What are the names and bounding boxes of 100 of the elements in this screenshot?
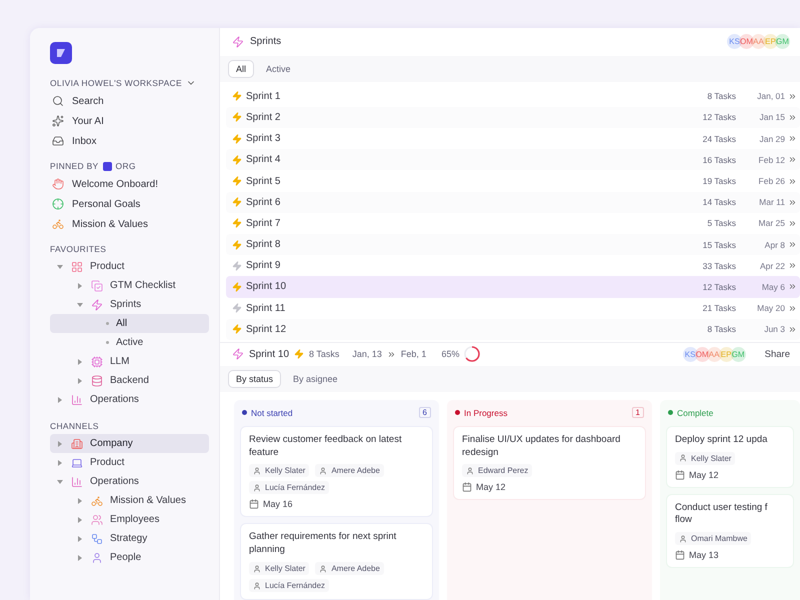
sprint-row[interactable]: Sprint 9 33 Tasks Apr 22 (226, 255, 800, 276)
caret-icon[interactable] (56, 440, 64, 448)
chevrons-right-icon (788, 198, 797, 207)
nav-item[interactable]: Inbox (50, 131, 209, 151)
tree-item[interactable]: Sprints (50, 295, 209, 314)
share-button[interactable]: Share (764, 348, 790, 360)
task-count: 12 Tasks (702, 112, 736, 122)
chevrons-right-icon (788, 324, 797, 334)
sprint-name: Sprint 8 (246, 239, 282, 250)
start-date: Jan, 01 (756, 91, 786, 102)
bullet-icon (106, 322, 109, 325)
lightning-icon (232, 36, 244, 48)
sprint-row[interactable]: Sprint 4 16 Tasks Feb 12 (226, 149, 800, 170)
caret-icon[interactable] (76, 516, 84, 524)
avatar: AA (751, 34, 766, 50)
laptop-icon (71, 456, 83, 468)
bicycle-icon (91, 494, 103, 506)
task-card[interactable]: Review customer feedback on latest feature Kelly Slater Amere Adebe Lucía Fernández May 16 (240, 426, 433, 518)
nav-item[interactable]: Your AI (50, 111, 209, 131)
caret-icon[interactable] (76, 358, 84, 366)
task-count: 8 Tasks (309, 349, 340, 360)
tree-item[interactable]: Backend (50, 371, 209, 390)
sprint-name: Sprint 5 (246, 176, 282, 187)
tree-item[interactable]: Employees (50, 510, 209, 529)
sprint-row[interactable]: Sprint 6 14 Tasks Mar 11 (226, 192, 800, 213)
search-icon (52, 95, 64, 107)
start-date: Jan 15 (758, 112, 786, 122)
chevrons-right-icon (788, 240, 797, 250)
tree-item[interactable]: Operations (50, 472, 209, 491)
user-icon (253, 484, 261, 492)
view-item[interactable]: All (50, 314, 209, 333)
task-card[interactable]: Deploy sprint 12 upda Kelly Slater May 12 (666, 426, 794, 488)
chevrons-right-icon (788, 155, 797, 164)
section-title: FAVOURITES (50, 244, 106, 254)
start-date: Jan, 13 (352, 349, 382, 360)
sprint-title: Sprint 10 (249, 348, 290, 360)
calendar-icon (462, 482, 472, 492)
caret-icon[interactable] (76, 300, 84, 308)
tree-item[interactable]: Strategy (50, 529, 209, 548)
due-date: May 16 (263, 499, 293, 510)
workspace-name[interactable]: OLIVIA HOWEL'S WORKSPACE (50, 78, 182, 88)
pinned-item[interactable]: Mission & Values (50, 214, 209, 234)
tree-item[interactable]: Company (50, 434, 209, 453)
tab[interactable]: By asignee (285, 370, 346, 388)
sprint-row[interactable]: Sprint 10 12 Tasks May 6 (226, 276, 800, 298)
user-icon (319, 466, 328, 475)
count-badge: 1 (632, 407, 644, 418)
avatar: EP (763, 34, 778, 50)
caret-icon[interactable] (76, 282, 84, 290)
status-label: Not started (251, 408, 293, 418)
tree-item[interactable]: Operations (50, 390, 209, 409)
tree-item[interactable]: People (50, 548, 209, 567)
view-item[interactable]: Active (50, 333, 209, 352)
pinned-item[interactable]: Personal Goals (50, 194, 209, 214)
tab[interactable]: Active (258, 60, 299, 78)
caret-icon[interactable] (76, 554, 84, 562)
pinned-item[interactable]: Welcome Onboard! (50, 174, 209, 194)
caret-icon[interactable] (76, 376, 84, 384)
caret-icon[interactable] (76, 534, 84, 542)
tree-item[interactable]: Mission & Values (50, 491, 209, 510)
caret-icon[interactable] (76, 496, 84, 504)
tab[interactable]: All (228, 60, 254, 78)
chevrons-right-icon (788, 261, 797, 270)
page-title: Sprints (250, 36, 282, 48)
org-name: ORG (116, 161, 136, 171)
start-date: Apr 8 (764, 240, 786, 250)
tree-item[interactable]: Product (50, 453, 209, 472)
task-card[interactable]: Finalise UI/UX updates for dashboard redesign Edward Perez May 12 (453, 426, 646, 500)
sprint-row[interactable]: Sprint 12 8 Tasks Jun 3 (226, 318, 800, 340)
caret-icon[interactable] (56, 396, 64, 404)
start-date: Feb 12 (758, 154, 786, 165)
sprint-name: Sprint 6 (246, 196, 282, 208)
sprint-name: Sprint 9 (246, 260, 282, 272)
tab[interactable]: By status (228, 370, 282, 388)
sprint-row[interactable]: Sprint 11 21 Tasks May 20 (226, 298, 800, 319)
caret-icon[interactable] (56, 478, 64, 486)
tree-item[interactable]: GTM Checklist (50, 276, 209, 295)
chevrons-right-icon (788, 282, 797, 292)
task-count: 16 Tasks (702, 154, 736, 165)
tree-item[interactable]: LLM (50, 352, 209, 371)
sprint-name: Sprint 1 (246, 90, 282, 102)
user-icon (319, 564, 328, 572)
task-card[interactable]: Gather requirements for next sprint planning Kelly Slater Amere Adebe Lucía Fernández (240, 523, 433, 600)
start-date: Feb 26 (758, 176, 786, 186)
task-count: 8 Tasks (706, 324, 736, 334)
caret-icon[interactable] (56, 262, 64, 270)
task-card[interactable]: Conduct user testing f flow Omari Mambwe May 13 (666, 494, 794, 568)
card-title: Deploy sprint 12 upda (675, 434, 768, 447)
sprint-name: Sprint 7 (246, 218, 282, 229)
section-title: PINNED BY (50, 161, 99, 171)
caret-icon[interactable] (56, 458, 64, 466)
sprint-name: Sprint 3 (246, 133, 282, 144)
avatar: AA (706, 346, 722, 362)
sprint-row[interactable]: Sprint 2 12 Tasks Jan 15 (226, 106, 800, 128)
start-date: Mar 11 (758, 197, 786, 208)
calendar-icon (675, 550, 685, 560)
card-title: Review customer feedback on latest feature (249, 434, 403, 460)
tree-item[interactable]: Product (50, 257, 209, 276)
sprint-row[interactable]: Sprint 8 15 Tasks Apr 8 (226, 234, 800, 256)
nav-item[interactable]: Search (50, 91, 209, 111)
